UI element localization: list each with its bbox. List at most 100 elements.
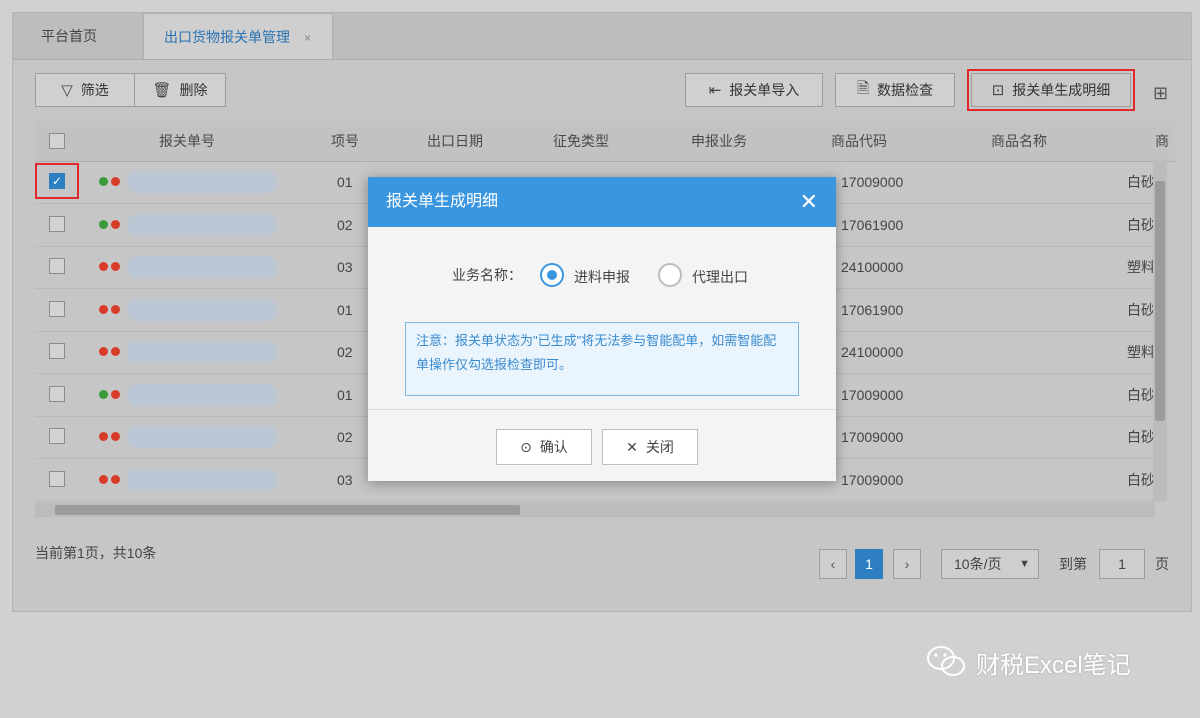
trash-icon: 🗑 (152, 82, 172, 99)
tab-label: 出口货物报关单管理 (164, 29, 290, 45)
wechat-icon (927, 646, 965, 676)
check-label: 数据检查 (877, 82, 934, 98)
status-dots (99, 262, 123, 271)
header-exemption-type[interactable]: 征免类型 (553, 121, 609, 161)
goto-page-input[interactable]: 1 (1099, 549, 1145, 579)
table-header: 报关单号 项号 出口日期 征免类型 申报业务 商品代码 商品名称 商 (35, 121, 1175, 162)
close-button[interactable]: ✕ 关闭 (602, 429, 698, 465)
header-goods-name[interactable]: 商品名称 (991, 121, 1047, 161)
grid-settings-icon[interactable]: ⊞ (1153, 83, 1168, 104)
goods-name-cell: 塑料 (1127, 344, 1155, 360)
page-size-label: 10条/页 (954, 556, 1002, 572)
import-label: 报关单导入 (729, 82, 800, 98)
redacted-declaration-no (127, 341, 277, 363)
goods-code-cell: 24100000 (841, 259, 904, 275)
goods-name-cell: 白砂 (1127, 429, 1155, 445)
status-dot (111, 262, 120, 271)
goods-name-cell: 白砂 (1127, 216, 1155, 233)
redacted-declaration-no (127, 213, 277, 236)
import-icon: ⇤ (708, 82, 722, 99)
watermark: 财税Excel笔记 (926, 644, 1131, 680)
tab-home-label: 平台首页 (41, 28, 97, 44)
goods-code-cell: 17061900 (841, 301, 904, 318)
screen: 平台首页 出口货物报关单管理 × ▽ 筛选 🗑 删除 ⇤ 报关单导入 🗎 数据检查 ⊡ 报关… (0, 0, 1200, 718)
status-dots (99, 347, 123, 356)
radio-import-declaration[interactable] (540, 263, 564, 287)
header-declaration-business[interactable]: 申报业务 (691, 121, 747, 161)
status-dot (99, 347, 108, 356)
row-checkbox[interactable] (49, 385, 65, 402)
status-dot (111, 304, 120, 314)
check-button[interactable]: 🗎 数据检查 (835, 73, 955, 107)
goods-code-cell: 17009000 (841, 386, 904, 403)
goods-name-cell: 白砂 (1127, 386, 1155, 403)
header-declaration-no[interactable]: 报关单号 (159, 121, 215, 161)
delete-label: 删除 (179, 82, 208, 98)
row-checkbox[interactable] (49, 300, 65, 317)
page-size-select[interactable]: 10条/页 ▼ (941, 549, 1039, 579)
filter-button[interactable]: ▽ 筛选 (35, 73, 135, 107)
header-item-no[interactable]: 项号 (331, 121, 359, 161)
status-dot (99, 219, 108, 229)
radio-import-declaration-label[interactable]: 进料申报 (574, 267, 630, 287)
tab-home[interactable]: 平台首页 (21, 13, 141, 59)
generate-details-button[interactable]: ⊡ 报关单生成明细 (967, 69, 1135, 111)
row-checkbox[interactable]: ✓ (49, 173, 65, 189)
radio-agency-export[interactable] (658, 263, 682, 287)
redacted-declaration-no (127, 383, 277, 406)
row-checkbox[interactable] (49, 343, 65, 359)
status-dot (99, 177, 108, 186)
item-no-cell: 01 (337, 301, 353, 318)
row-checkbox[interactable] (49, 258, 65, 274)
tab-export-declarations[interactable]: 出口货物报关单管理 × (143, 13, 333, 59)
vertical-scrollbar[interactable] (1153, 161, 1167, 501)
row-checkbox[interactable] (49, 428, 65, 444)
status-dot (99, 262, 108, 271)
notice-box: 注意：报关单状态为"已生成"将无法参与智能配单，如需智能配单操作仅勾选报检查即可… (405, 322, 799, 396)
goods-code-cell: 17009000 (841, 429, 904, 445)
close-icon[interactable]: × (304, 31, 311, 45)
page-number-button[interactable]: 1 (855, 549, 883, 579)
goods-name-cell: 白砂 (1127, 301, 1155, 318)
goods-code-cell: 17009000 (841, 174, 904, 190)
radio-agency-export-label[interactable]: 代理出口 (692, 267, 748, 287)
item-no-cell: 02 (337, 429, 353, 445)
funnel-icon: ▽ (61, 82, 73, 99)
goods-code-cell: 17009000 (841, 471, 904, 488)
goods-name-cell: 白砂 (1127, 174, 1155, 190)
delete-button[interactable]: 🗑 删除 (134, 73, 226, 107)
status-dot (99, 304, 108, 314)
caret-down-icon: ▼ (1019, 558, 1030, 570)
redacted-declaration-no (127, 298, 277, 321)
check-circle-icon: ⊙ (520, 438, 532, 455)
pagination-summary: 当前第1页，共10条 (35, 545, 157, 561)
status-dot (111, 177, 120, 186)
status-dot (111, 432, 120, 441)
row-checkbox[interactable] (49, 470, 65, 487)
header-export-date[interactable]: 出口日期 (427, 121, 483, 161)
goods-code-cell: 17061900 (841, 216, 904, 233)
confirm-button[interactable]: ⊙ 确认 (496, 429, 592, 465)
import-button[interactable]: ⇤ 报关单导入 (685, 73, 823, 107)
next-page-button[interactable]: › (893, 549, 921, 579)
document-check-icon: 🗎 (856, 79, 870, 97)
horizontal-scrollbar[interactable] (35, 503, 1155, 517)
tab-bar: 平台首页 出口货物报关单管理 × (13, 13, 1191, 60)
select-all-checkbox[interactable] (49, 133, 65, 149)
prev-page-button[interactable]: ‹ (819, 549, 847, 579)
status-dots (99, 177, 123, 186)
x-icon: ✕ (626, 438, 638, 455)
status-dots (99, 304, 123, 314)
scroll-thumb[interactable] (1155, 181, 1165, 421)
close-label: 关闭 (645, 439, 674, 455)
scroll-thumb[interactable] (55, 505, 520, 515)
status-dots (99, 432, 123, 441)
row-checkbox[interactable] (49, 215, 65, 232)
header-more[interactable]: 商 (1155, 121, 1169, 161)
header-goods-code[interactable]: 商品代码 (831, 121, 887, 161)
dialog-header: 报关单生成明细 (368, 177, 836, 227)
redacted-declaration-no (127, 426, 277, 448)
close-icon[interactable]: ✕ (800, 177, 818, 227)
redacted-declaration-no (127, 468, 277, 491)
item-no-cell: 01 (337, 174, 353, 190)
